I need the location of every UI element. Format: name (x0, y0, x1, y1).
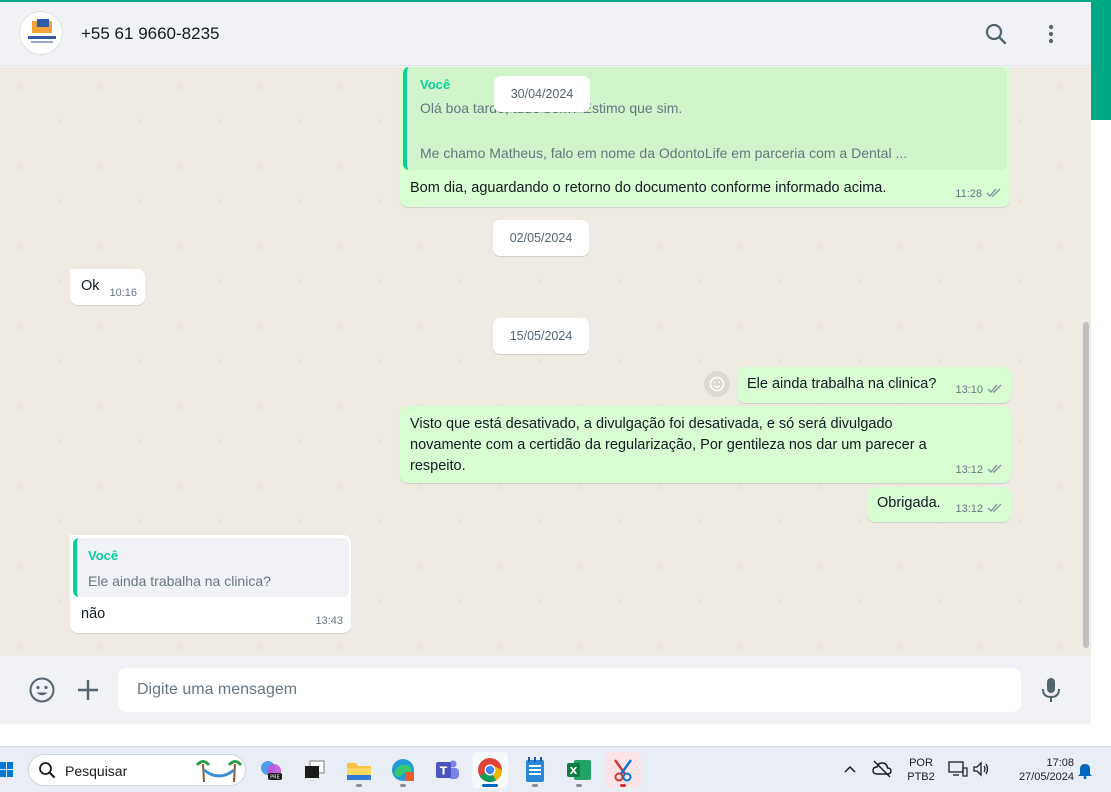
message-text: Ele ainda trabalha na clinica? (747, 376, 937, 392)
react-emoji-icon[interactable] (704, 371, 730, 397)
desktop-background (0, 724, 1111, 746)
emoji-icon[interactable] (28, 676, 56, 709)
quoted-author: Você (420, 77, 451, 92)
microphone-icon[interactable] (1038, 676, 1064, 709)
chrome-browser-icon[interactable] (472, 752, 508, 788)
message-meta: 13:43 (315, 615, 343, 627)
lang-code: POR (909, 757, 933, 769)
task-view-icon[interactable] (297, 752, 333, 788)
chevron-up-icon[interactable] (843, 762, 857, 780)
message-text: Obrigada. (877, 495, 941, 511)
double-check-icon (986, 187, 1002, 201)
message-text-line: respeito. (410, 458, 466, 474)
quoted-text-line2: Me chamo Matheus, falo em nome da Odonto… (420, 145, 908, 161)
message-text: Bom dia, aguardando o retorno do documen… (410, 180, 887, 196)
quoted-author: Você (88, 548, 119, 563)
svg-text:T: T (440, 765, 448, 778)
contact-name[interactable]: +55 61 9660-8235 (81, 24, 220, 44)
message-meta: 13:10 (955, 383, 1003, 397)
hammock-beach-icon (195, 758, 243, 789)
file-explorer-icon[interactable] (341, 752, 377, 788)
message-meta: 11:28 (955, 187, 1002, 201)
notification-bell-icon[interactable] (1077, 761, 1093, 784)
keyboard-layout: PTB2 (907, 771, 935, 783)
chat-header[interactable]: +55 61 9660-8235 (0, 2, 1091, 66)
windows-taskbar: Pesquisar PRE T X POR PTB2 17:08 27/05/2… (0, 746, 1111, 792)
message-meta: 13:12 (955, 463, 1003, 477)
clock[interactable]: 17:08 27/05/2024 (1002, 756, 1074, 784)
quoted-text: Ele ainda trabalha na clinica? (88, 573, 271, 589)
message-bubble-outgoing[interactable]: Ele ainda trabalha na clinica? 13:10 (737, 367, 1011, 403)
message-text: Visto que está desativado, a divulgação … (410, 414, 927, 477)
copilot-app-icon[interactable]: PRE (253, 752, 289, 788)
search-icon[interactable] (982, 20, 1010, 48)
message-time: 13:12 (955, 464, 983, 476)
message-time: 10:16 (109, 287, 137, 299)
message-input[interactable] (118, 668, 1021, 712)
edge-browser-icon[interactable] (385, 752, 421, 788)
message-bubble-outgoing[interactable]: Visto que está desativado, a divulgação … (400, 406, 1011, 483)
message-meta: 13:12 (955, 502, 1003, 516)
clock-date: 27/05/2024 (1018, 771, 1074, 783)
input-language[interactable]: POR PTB2 (904, 756, 938, 784)
svg-text:PRE: PRE (270, 775, 280, 781)
search-label: Pesquisar (65, 763, 128, 779)
teams-icon[interactable]: T (429, 752, 465, 788)
taskbar-search[interactable]: Pesquisar (28, 754, 246, 786)
message-time: 11:28 (955, 188, 982, 200)
message-text-line: Visto que está desativado, a divulgação … (410, 416, 893, 432)
message-bubble-incoming[interactable]: Ok 10:16 (70, 269, 145, 305)
message-text-line: novamente com a certidão da regularizaçã… (410, 437, 927, 453)
message-text: Ok (81, 278, 100, 294)
snipping-tool-icon[interactable] (605, 752, 641, 788)
double-check-icon (987, 463, 1003, 477)
message-bubble-outgoing[interactable]: Obrigada. 13:12 (867, 487, 1011, 522)
contact-avatar[interactable] (19, 11, 63, 55)
double-check-icon (987, 502, 1003, 516)
svg-text:X: X (570, 766, 578, 777)
message-text: não (81, 606, 106, 622)
message-time: 13:43 (315, 615, 343, 627)
scrollbar-thumb[interactable] (1083, 322, 1089, 648)
message-bubble-outgoing[interactable]: Você Olá boa tarde, tudo bem? Estimo que… (400, 67, 1010, 207)
message-bubble-incoming[interactable]: Você Ele ainda trabalha na clinica? não … (70, 535, 351, 633)
message-time: 13:10 (955, 384, 983, 396)
windows-start-icon[interactable] (0, 760, 14, 780)
quoted-message[interactable]: Você Ele ainda trabalha na clinica? (73, 538, 349, 597)
message-meta: 10:16 (109, 287, 137, 299)
menu-dots-icon[interactable] (1037, 20, 1065, 48)
chat-area[interactable]: Você Olá boa tarde, tudo bem? Estimo que… (0, 67, 1091, 656)
excel-icon[interactable]: X (561, 752, 597, 788)
date-divider: 02/05/2024 (493, 220, 589, 256)
window-edge (1091, 2, 1111, 120)
clock-time: 17:08 (1046, 757, 1074, 769)
cloud-offline-icon[interactable] (872, 760, 892, 783)
search-icon (38, 761, 56, 784)
volume-icon[interactable] (972, 760, 990, 783)
message-composer (0, 656, 1091, 724)
plus-icon[interactable] (75, 677, 101, 708)
window-edge-lower (1091, 120, 1111, 724)
date-divider: 15/05/2024 (493, 318, 589, 354)
message-time: 13:12 (955, 503, 983, 515)
network-icon[interactable] (948, 760, 968, 783)
notepad-icon[interactable] (517, 752, 553, 788)
date-divider: 30/04/2024 (494, 76, 590, 112)
double-check-icon (987, 383, 1003, 397)
